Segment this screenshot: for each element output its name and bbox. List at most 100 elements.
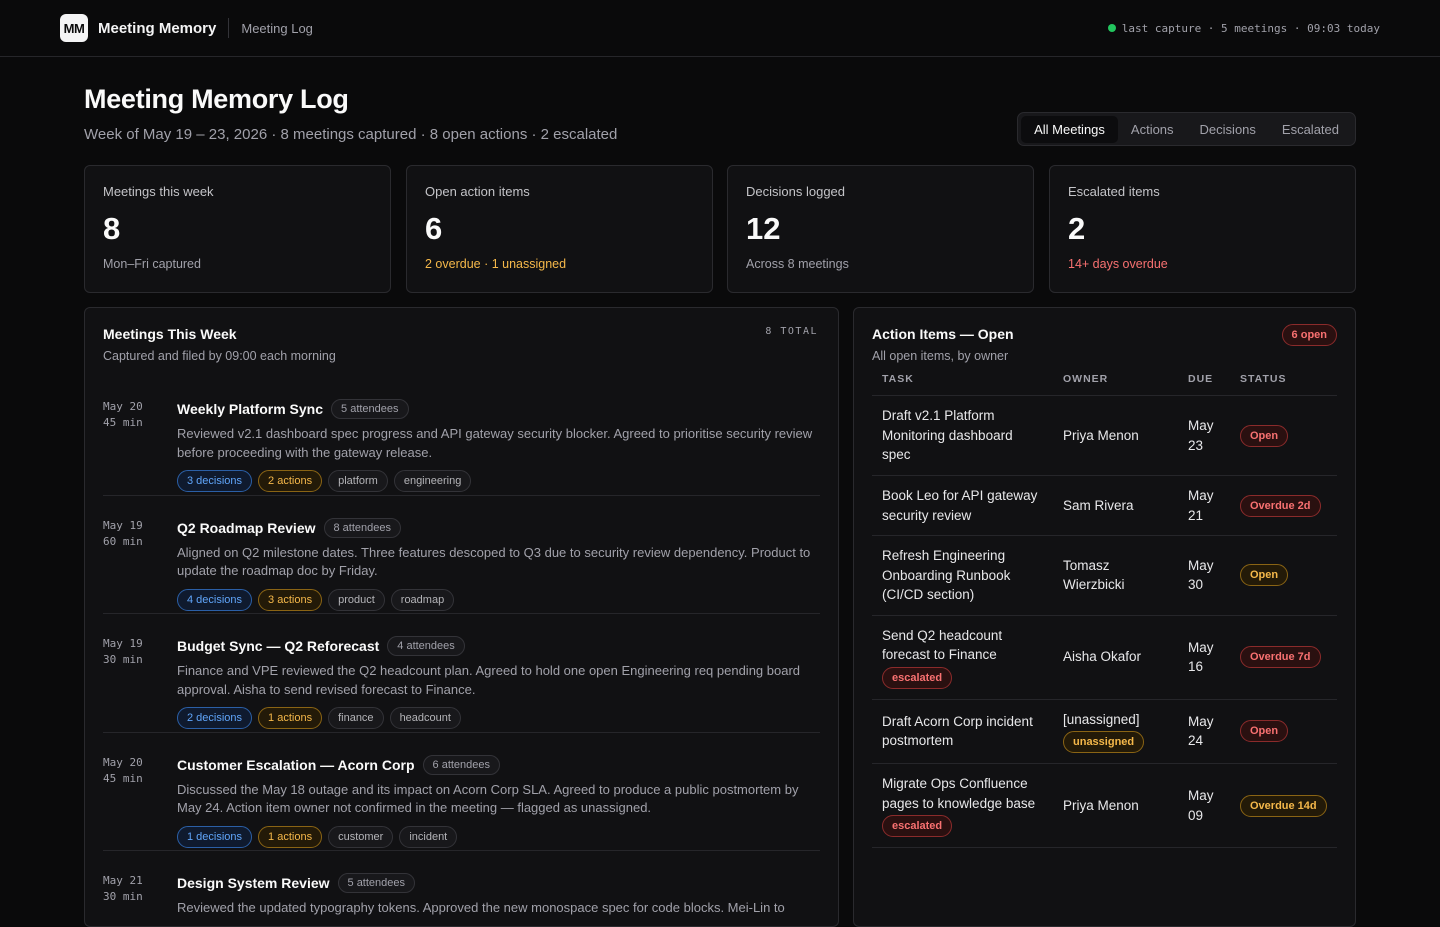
meeting-date-day: May 20 [103, 400, 143, 413]
breadcrumb[interactable]: Meeting Log [241, 21, 313, 36]
col-due[interactable]: DUE [1178, 373, 1230, 396]
meetings-panel: Meetings This Week Captured and filed by… [84, 307, 839, 927]
panel-subtitle: Captured and filed by 09:00 each morning [103, 349, 336, 363]
tag-chip[interactable]: incident [399, 825, 458, 848]
meeting-row[interactable]: May 21 30 min Design System Review 5 att… [103, 851, 820, 926]
meetings-total: 8 TOTAL [765, 326, 818, 337]
tag-chip[interactable]: roadmap [390, 588, 455, 611]
owner: Tomasz Wierzbicki [1053, 535, 1178, 616]
decisions-chip[interactable]: 4 decisions [177, 588, 253, 611]
actions-chip[interactable]: 1 actions [258, 825, 323, 848]
actions-chip[interactable]: 2 actions [258, 470, 323, 492]
tag-chip[interactable]: platform [328, 470, 388, 492]
col-owner[interactable]: OWNER [1053, 373, 1178, 396]
decisions-chip[interactable]: 3 decisions [177, 470, 253, 492]
owner: Priya Menon [1053, 763, 1178, 848]
owner: Sam Rivera [1053, 475, 1178, 536]
actions-chip[interactable]: 1 actions [258, 707, 323, 729]
tab-all-meetings[interactable]: All Meetings [1021, 115, 1118, 143]
page-subtitle: Week of May 19 – 23, 2026 · 8 meetings c… [84, 126, 618, 143]
tab-actions[interactable]: Actions [1118, 116, 1187, 143]
due-date: May 23 [1178, 395, 1230, 476]
meeting-date-day: May 19 [103, 518, 143, 532]
table-row[interactable]: Send Q2 headcount forecast to Finance es… [872, 615, 1337, 700]
status-badge: Open [1240, 424, 1289, 447]
meeting-date: May 21 30 min [103, 873, 177, 926]
status-badge: Open [1240, 720, 1289, 743]
stat-label: Meetings this week [103, 184, 214, 199]
panel-title: Action Items — Open [872, 326, 1014, 342]
stat-value: 6 [425, 211, 443, 246]
meeting-date: May 20 45 min [103, 399, 177, 495]
task-text: Draft v2.1 Platform Monitoring dashboard… [882, 408, 1013, 463]
table-row[interactable]: Refresh Engineering Onboarding Runbook (… [872, 535, 1337, 616]
meeting-summary: Aligned on Q2 milestone dates. Three fea… [177, 544, 811, 579]
view-tabs: All Meetings Actions Decisions Escalated [1017, 112, 1356, 146]
meeting-row[interactable]: May 20 45 min Weekly Platform Sync 5 att… [103, 377, 820, 496]
meeting-row[interactable]: May 19 60 min Q2 Roadmap Review 8 attend… [103, 496, 820, 614]
meeting-row[interactable]: May 19 30 min Budget Sync — Q2 Reforecas… [103, 614, 820, 733]
attendees-badge: 5 attendees [331, 399, 409, 419]
stat-card-open-actions: Open action items 6 2 overdue · 1 unassi… [406, 165, 713, 293]
stat-label: Open action items [425, 184, 530, 199]
meeting-date-day: May 20 [103, 755, 143, 769]
col-task[interactable]: TASK [872, 373, 1053, 396]
stat-note: 2 overdue · 1 unassigned [425, 257, 567, 271]
page-title: Meeting Memory Log [84, 84, 349, 114]
meeting-title[interactable]: Budget Sync — Q2 Reforecast [177, 638, 379, 654]
stat-card-escalated: Escalated items 2 14+ days overdue [1049, 165, 1356, 293]
stat-note: 14+ days overdue [1068, 257, 1168, 271]
stat-label: Escalated items [1068, 184, 1160, 199]
top-bar: MM Meeting Memory Meeting Log last captu… [0, 0, 1440, 57]
app-logo[interactable]: MM [60, 14, 88, 42]
status-dot-icon [1107, 24, 1116, 32]
meeting-summary: Finance and VPE reviewed the Q2 headcoun… [177, 663, 801, 697]
meeting-date: May 19 60 min [103, 518, 177, 614]
decisions-chip[interactable]: 1 decisions [177, 825, 253, 848]
task-text: Draft Acorn Corp incident postmortem [882, 713, 1033, 749]
table-row[interactable]: Migrate Ops Confluence pages to knowledg… [872, 763, 1337, 848]
due-date: May 24 [1178, 699, 1230, 764]
tag-chip[interactable]: finance [328, 707, 384, 729]
decisions-chip[interactable]: 2 decisions [177, 707, 253, 729]
due-date: May 21 [1178, 475, 1230, 536]
meeting-summary: Reviewed the updated typography tokens. … [177, 900, 785, 915]
escalated-tag: escalated [882, 815, 953, 837]
stat-card-meetings: Meetings this week 8 Mon–Fri captured [84, 165, 391, 293]
tag-chip[interactable]: customer [328, 825, 394, 848]
table-row[interactable]: Draft Acorn Corp incident postmortem [un… [872, 699, 1337, 764]
meeting-date-day: May 19 [103, 637, 143, 650]
meeting-row[interactable]: May 20 45 min Customer Escalation — Acor… [103, 733, 820, 851]
due-date: May 09 [1178, 763, 1230, 848]
owner: Priya Menon [1053, 395, 1178, 476]
meeting-title[interactable]: Weekly Platform Sync [177, 401, 323, 417]
tag-chip[interactable]: product [328, 588, 385, 611]
table-row[interactable]: Draft v2.1 Platform Monitoring dashboard… [872, 395, 1337, 476]
actions-chip[interactable]: 3 actions [258, 588, 323, 611]
divider [228, 18, 230, 38]
table-row[interactable]: Book Leo for API gateway security review… [872, 475, 1337, 536]
attendees-badge: 8 attendees [323, 517, 401, 538]
unassigned-tag[interactable]: unassigned [1063, 731, 1145, 753]
stat-label: Decisions logged [746, 184, 846, 199]
stat-note: Mon–Fri captured [103, 257, 201, 271]
meeting-title[interactable]: Customer Escalation — Acorn Corp [177, 757, 415, 773]
meeting-title[interactable]: Q2 Roadmap Review [177, 520, 316, 536]
task-text: Refresh Engineering Onboarding Runbook (… [882, 548, 1011, 602]
tag-chip[interactable]: engineering [393, 470, 472, 492]
tab-decisions[interactable]: Decisions [1187, 116, 1269, 143]
meeting-summary: Discussed the May 18 outage and its impa… [177, 781, 799, 816]
attendees-badge: 5 attendees [337, 873, 416, 893]
open-count-badge: 6 open [1281, 324, 1337, 346]
tag-chip[interactable]: headcount [389, 707, 461, 729]
app-name[interactable]: Meeting Memory [98, 20, 216, 37]
meeting-title[interactable]: Design System Review [177, 875, 330, 891]
attendees-badge: 6 attendees [422, 754, 501, 775]
tab-escalated[interactable]: Escalated [1269, 116, 1352, 143]
meeting-duration: 45 min [103, 771, 143, 785]
meeting-date-day: May 21 [103, 874, 143, 887]
meeting-summary: Reviewed v2.1 dashboard spec progress an… [177, 426, 813, 460]
col-status[interactable]: STATUS [1230, 373, 1337, 396]
task-text: Migrate Ops Confluence pages to knowledg… [882, 776, 1036, 811]
meeting-date: May 20 45 min [103, 755, 177, 851]
